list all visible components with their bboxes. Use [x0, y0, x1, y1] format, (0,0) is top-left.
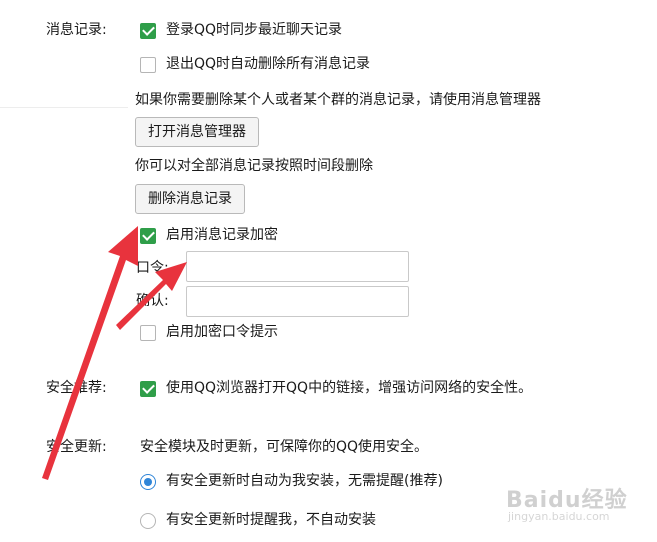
- password-label: 口令:: [136, 260, 169, 276]
- delete-history-button[interactable]: 删除消息记录: [135, 184, 245, 214]
- sync-recent-checkbox[interactable]: [140, 23, 156, 39]
- sync-recent-label[interactable]: 登录QQ时同步最近聊天记录: [166, 20, 342, 40]
- confirm-password-field[interactable]: [186, 286, 409, 317]
- divider: [0, 107, 128, 108]
- baidu-watermark: Baidu经验 jingyan.baidu.com: [506, 482, 646, 532]
- notify-only-radio[interactable]: [140, 513, 156, 529]
- manager-hint-text: 如果你需要删除某个人或者某个群的消息记录，请使用消息管理器: [135, 92, 541, 108]
- encrypt-label[interactable]: 启用消息记录加密: [166, 225, 278, 245]
- auto-install-radio[interactable]: [140, 474, 156, 490]
- notify-only-label[interactable]: 有安全更新时提醒我，不自动安装: [166, 510, 376, 530]
- security-recommend-section-label: 安全推荐:: [46, 380, 107, 396]
- open-manager-button[interactable]: 打开消息管理器: [135, 117, 259, 147]
- password-hint-label[interactable]: 启用加密口令提示: [166, 322, 278, 342]
- delete-on-exit-label[interactable]: 退出QQ时自动删除所有消息记录: [166, 54, 370, 74]
- watermark-url: jingyan.baidu.com: [508, 510, 610, 523]
- security-update-description: 安全模块及时更新，可保障你的QQ使用安全。: [140, 439, 429, 455]
- browser-links-label[interactable]: 使用QQ浏览器打开QQ中的链接，增强访问网络的安全性。: [166, 378, 532, 398]
- delete-on-exit-checkbox[interactable]: [140, 57, 156, 73]
- browser-links-checkbox[interactable]: [140, 381, 156, 397]
- delete-hint-text: 你可以对全部消息记录按照时间段删除: [135, 158, 373, 174]
- auto-install-label[interactable]: 有安全更新时自动为我安装，无需提醒(推荐): [166, 471, 443, 491]
- password-hint-checkbox[interactable]: [140, 325, 156, 341]
- confirm-label: 确认:: [136, 293, 169, 309]
- history-section-label: 消息记录:: [46, 22, 107, 38]
- password-field[interactable]: [186, 251, 409, 282]
- encrypt-checkbox[interactable]: [140, 228, 156, 244]
- security-update-section-label: 安全更新:: [46, 439, 107, 455]
